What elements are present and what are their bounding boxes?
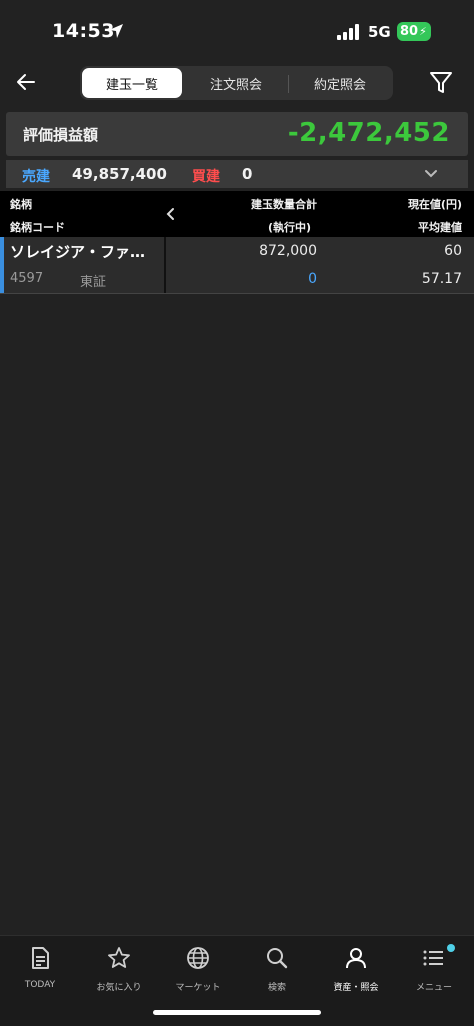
globe-icon xyxy=(187,947,209,969)
tab-assets[interactable]: 資産・照会 xyxy=(316,942,396,998)
battery-level: 80 xyxy=(400,24,419,39)
header-avg-price: 平均建値 xyxy=(418,221,462,234)
tab-label: マーケット xyxy=(175,983,221,993)
pl-label: 評価損益額 xyxy=(23,126,99,144)
top-navigation: 建玉一覧 注文照会 約定照会 xyxy=(0,62,474,106)
chevron-left-icon[interactable] xyxy=(165,207,177,221)
tab-today[interactable]: TODAY xyxy=(0,942,80,998)
tab-label: 資産・照会 xyxy=(333,983,379,993)
stock-market: 東証 xyxy=(80,275,107,290)
cellular-signal-icon xyxy=(337,24,359,40)
status-time: 14:53 xyxy=(52,20,115,42)
person-icon xyxy=(346,948,366,969)
average-price: 57.17 xyxy=(421,271,462,287)
back-arrow-icon[interactable] xyxy=(14,70,38,94)
tab-market[interactable]: マーケット xyxy=(158,942,238,998)
charging-bolt-icon: ⚡ xyxy=(419,25,427,38)
column-divider xyxy=(164,237,166,293)
stock-name: ソレイジア・ファ… xyxy=(10,243,146,261)
network-type: 5G xyxy=(368,23,391,41)
row-accent-bar xyxy=(0,237,4,293)
current-price: 60 xyxy=(444,243,462,259)
tab-search[interactable]: 検索 xyxy=(237,942,317,998)
table-header: 銘柄 銘柄コード 建玉数量合計 (執行中) 現在値(円) 平均建値 xyxy=(0,191,474,237)
segment-divider xyxy=(288,75,289,93)
tab-favorites[interactable]: お気に入り xyxy=(79,942,159,998)
sell-position-value: 49,857,400 xyxy=(72,165,167,183)
home-indicator xyxy=(153,1010,321,1015)
executing-quantity: 0 xyxy=(308,271,317,287)
valuation-pl-panel: 評価損益額 -2,472,452 xyxy=(6,112,468,156)
pl-value: -2,472,452 xyxy=(287,118,450,148)
stock-code: 4597 xyxy=(10,271,44,286)
tab-label: TODAY xyxy=(24,980,56,990)
buy-position-label: 買建 xyxy=(192,169,220,185)
row-divider xyxy=(0,293,474,294)
battery-indicator: 80 ⚡ xyxy=(397,22,431,41)
location-arrow-icon xyxy=(109,24,123,38)
search-icon xyxy=(267,948,288,969)
notification-dot xyxy=(447,944,455,952)
buy-position-value: 0 xyxy=(242,165,253,183)
header-current-price: 現在値(円) xyxy=(407,198,462,211)
header-name: 銘柄 xyxy=(10,198,32,211)
position-summary-bar[interactable]: 売建 49,857,400 買建 0 xyxy=(6,160,468,188)
status-bar: 14:53 5G 80 ⚡ xyxy=(0,0,474,60)
tab-label: メニュー xyxy=(415,983,452,993)
tab-execution-inquiry[interactable]: 約定照会 xyxy=(290,68,390,98)
table-row[interactable]: ソレイジア・ファ… 4597 東証 872,000 0 60 57.17 xyxy=(0,237,474,294)
header-qty-total: 建玉数量合計 xyxy=(251,198,317,211)
chevron-down-icon[interactable] xyxy=(424,168,438,180)
header-executing: (執行中) xyxy=(267,221,311,234)
tab-label: お気に入り xyxy=(96,983,142,993)
filter-icon[interactable] xyxy=(429,70,453,96)
tab-label: 検索 xyxy=(267,983,286,993)
segmented-control: 建玉一覧 注文照会 約定照会 xyxy=(80,66,393,100)
sell-position-label: 売建 xyxy=(22,169,50,185)
position-quantity: 872,000 xyxy=(259,243,317,259)
document-icon xyxy=(32,947,49,969)
star-icon xyxy=(108,947,130,968)
header-code: 銘柄コード xyxy=(10,221,65,234)
tab-positions[interactable]: 建玉一覧 xyxy=(82,68,182,98)
menu-icon xyxy=(423,950,443,966)
tab-order-inquiry[interactable]: 注文照会 xyxy=(186,68,286,98)
tab-menu[interactable]: メニュー xyxy=(394,942,474,998)
